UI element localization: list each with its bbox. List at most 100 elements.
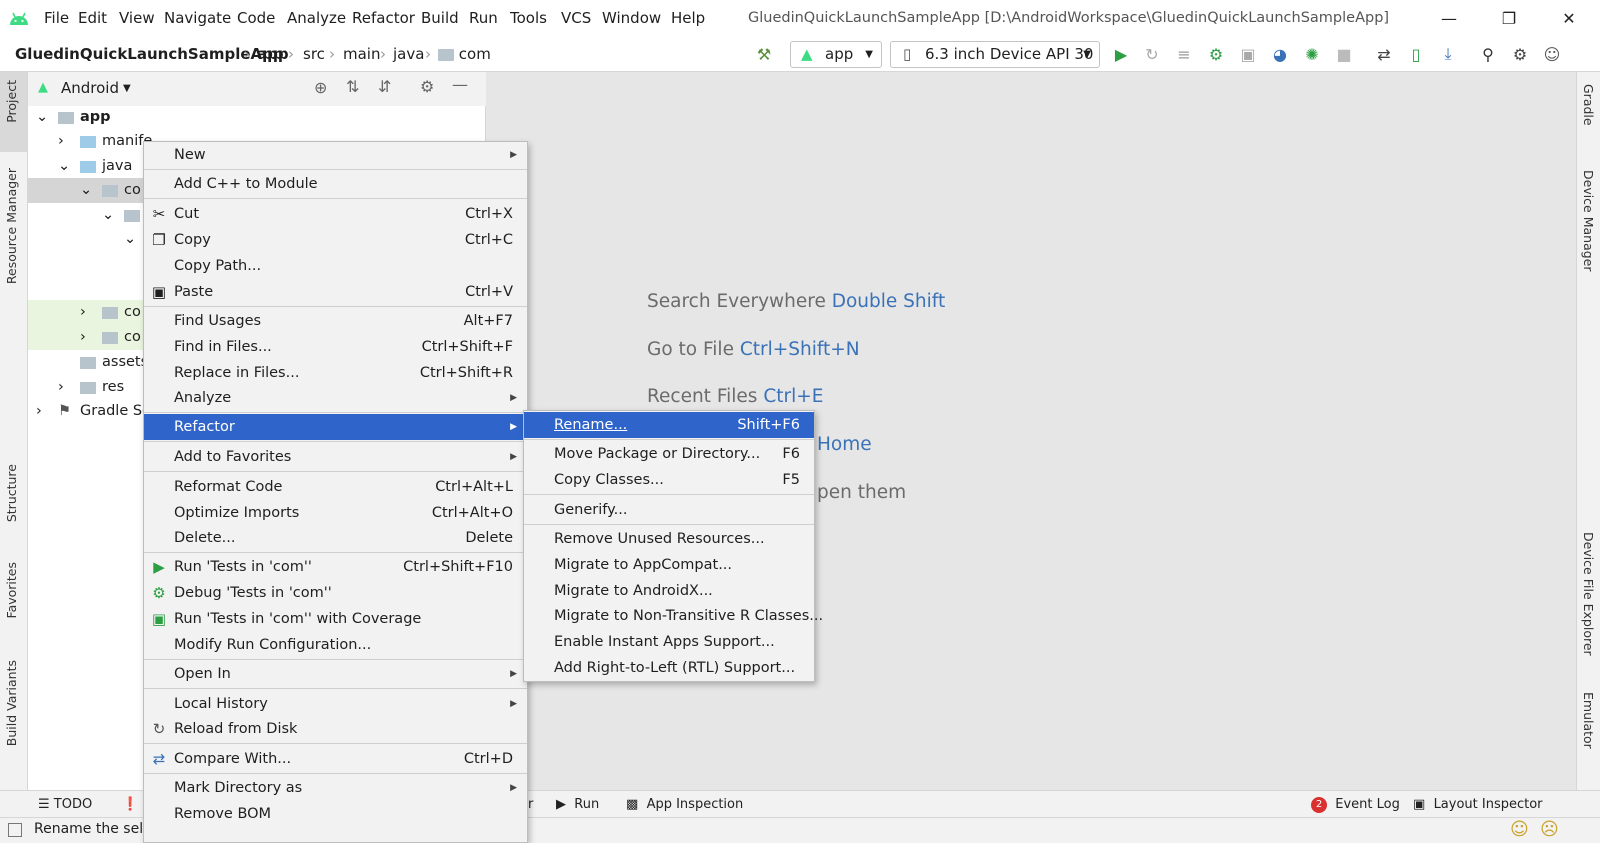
menu-item-add-cpp[interactable]: Add C++ to Module [144,171,527,197]
menu-item-delete[interactable]: Delete... Delete [144,525,527,551]
stop-icon[interactable]: ■ [1333,43,1355,65]
menu-file[interactable]: File [44,0,69,37]
menu-code[interactable]: Code [237,0,275,37]
tab-device-manager[interactable]: Device Manager [1581,170,1596,272]
menu-item-run-tests[interactable]: ▶ Run 'Tests in 'com'' Ctrl+Shift+F10 [144,554,527,580]
device-select[interactable]: ▯ 6.3 inch Device API 30 ▼ [890,41,1100,68]
menu-item-replace-in-files[interactable]: Replace in Files... Ctrl+Shift+R [144,360,527,386]
menu-edit[interactable]: Edit [78,0,107,37]
menu-item-local-history[interactable]: Local History ▶ [144,691,527,717]
breadcrumb-com[interactable]: com [438,37,491,72]
problems-icon[interactable]: ❗ [122,791,138,818]
submenu-item-rename[interactable]: Rename... Shift+F6 [524,412,814,438]
menu-item-refactor[interactable]: Refactor ▶ [144,414,527,440]
tab-favorites[interactable]: Favorites [4,562,19,618]
feedback-sad-icon[interactable]: ☹ [1540,819,1559,840]
submenu-item-rtl-support[interactable]: Add Right-to-Left (RTL) Support... [524,655,814,681]
menu-navigate[interactable]: Navigate [164,0,231,37]
menu-item-new[interactable]: New ▶ [144,142,527,168]
tab-app-inspection[interactable]: ▩ App Inspection [626,791,743,818]
menu-item-cut[interactable]: ✂ Cut Ctrl+X [144,201,527,227]
menu-item-add-to-favorites[interactable]: Add to Favorites ▶ [144,444,527,470]
menu-item-run-with-coverage[interactable]: ▣ Run 'Tests in 'com'' with Coverage [144,606,527,632]
menu-item-paste[interactable]: ▣ Paste Ctrl+V [144,279,527,305]
hide-panel-icon[interactable]: — [452,75,468,94]
settings-gear-icon[interactable]: ⚙ [1509,43,1531,65]
tab-device-file-explorer[interactable]: Device File Explorer [1581,532,1596,656]
menu-item-reformat-code[interactable]: Reformat Code Ctrl+Alt+L [144,474,527,500]
submenu-item-migrate-androidx[interactable]: Migrate to AndroidX... [524,578,814,604]
locate-target-icon[interactable]: ⊕ [314,78,327,97]
tab-partial[interactable]: r [528,791,533,818]
menu-item-copy[interactable]: ❐ Copy Ctrl+C [144,227,527,253]
breadcrumb-src[interactable]: src [303,37,325,72]
apply-changes-icon[interactable]: ≡ [1173,43,1195,65]
menu-item-open-in[interactable]: Open In ▶ [144,661,527,687]
toggle-tool-windows-icon[interactable] [8,823,22,837]
close-icon[interactable]: ✕ [1546,0,1592,37]
menu-item-mark-directory-as[interactable]: Mark Directory as ▶ [144,775,527,801]
menu-item-compare-with[interactable]: ⇄ Compare With... Ctrl+D [144,746,527,772]
breadcrumb-app[interactable]: app [257,37,289,72]
menu-item-find-usages[interactable]: Find Usages Alt+F7 [144,308,527,334]
rerun-icon[interactable]: ↻ [1141,43,1163,65]
menu-view[interactable]: View [119,0,155,37]
menu-analyze[interactable]: Analyze [287,0,346,37]
menu-window[interactable]: Window [602,0,661,37]
tab-gradle[interactable]: Gradle [1581,84,1596,126]
tab-structure[interactable]: Structure [4,464,19,522]
panel-settings-gear-icon[interactable]: ⚙ [420,77,434,96]
menu-vcs[interactable]: VCS [561,0,591,37]
submenu-item-instant-apps[interactable]: Enable Instant Apps Support... [524,629,814,655]
attach-debugger-icon[interactable]: ✺ [1301,43,1323,65]
tab-project[interactable]: Project [4,80,19,123]
tab-resource-manager[interactable]: Resource Manager [4,168,19,284]
coverage-icon[interactable]: ▣ [1237,43,1259,65]
menu-item-debug-tests[interactable]: ⚙ Debug 'Tests in 'com'' [144,580,527,606]
menu-item-reload-from-disk[interactable]: ↻ Reload from Disk [144,716,527,742]
user-icon[interactable]: ☺ [1541,43,1563,65]
menu-item-copy-path[interactable]: Copy Path... [144,253,527,279]
tab-event-log[interactable]: 2 Event Log [1311,791,1400,818]
menu-item-find-in-files[interactable]: Find in Files... Ctrl+Shift+F [144,334,527,360]
expand-all-icon[interactable]: ⇅ [346,77,359,96]
submenu-item-migrate-nontransitive[interactable]: Migrate to Non-Transitive R Classes... [524,603,823,629]
gradle-sync-icon[interactable]: ⇄ [1373,43,1395,65]
collapse-all-icon[interactable]: ⇵ [378,77,391,96]
tab-build-variants[interactable]: Build Variants [4,660,19,746]
menu-help[interactable]: Help [671,0,705,37]
menu-item-optimize-imports[interactable]: Optimize Imports Ctrl+Alt+O [144,500,527,526]
menu-item-modify-run-config[interactable]: Modify Run Configuration... [144,632,527,658]
tab-run[interactable]: ▶ Run [556,791,599,818]
search-icon[interactable]: ⚲ [1477,43,1499,65]
tab-emulator[interactable]: Emulator [1581,692,1596,749]
submenu-item-generify[interactable]: Generify... [524,497,814,523]
tab-layout-inspector[interactable]: ▣ Layout Inspector [1413,791,1543,818]
submenu-item-migrate-appcompat[interactable]: Migrate to AppCompat... [524,552,814,578]
menu-build[interactable]: Build [421,0,459,37]
menu-item-analyze[interactable]: Analyze ▶ [144,385,527,411]
submenu-item-copy-classes[interactable]: Copy Classes... F5 [524,467,814,493]
minimize-icon[interactable]: — [1426,0,1472,37]
tab-todo[interactable]: ☰ TODO [38,791,92,818]
menu-item-remove-bom[interactable]: Remove BOM [144,801,527,827]
menu-run[interactable]: Run [469,0,498,37]
device-manager-icon[interactable]: ▯ [1405,43,1427,65]
breadcrumb-java[interactable]: java [393,37,424,72]
sdk-manager-icon[interactable]: ⤓ [1437,43,1459,65]
run-icon[interactable]: ▶ [1110,43,1132,65]
submenu-item-move[interactable]: Move Package or Directory... F6 [524,441,814,467]
restore-icon[interactable]: ❐ [1486,0,1532,37]
submenu-item-remove-unused[interactable]: Remove Unused Resources... [524,526,814,552]
menu-tools[interactable]: Tools [510,0,547,37]
debug-icon[interactable]: ⚙ [1205,43,1227,65]
profile-icon[interactable]: ◕ [1269,43,1291,65]
feedback-happy-icon[interactable]: ☺ [1510,819,1529,840]
breadcrumb-main[interactable]: main [343,37,380,72]
project-view-selector[interactable]: Android [61,79,119,97]
tree-item-app[interactable]: ⌄ app [28,105,486,130]
chevron-down-icon[interactable]: ▼ [123,83,131,94]
menu-refactor[interactable]: Refactor [352,0,415,37]
run-config-select[interactable]: ▲ app ▼ [790,41,882,68]
hammer-build-icon[interactable]: ⚒ [753,43,775,65]
